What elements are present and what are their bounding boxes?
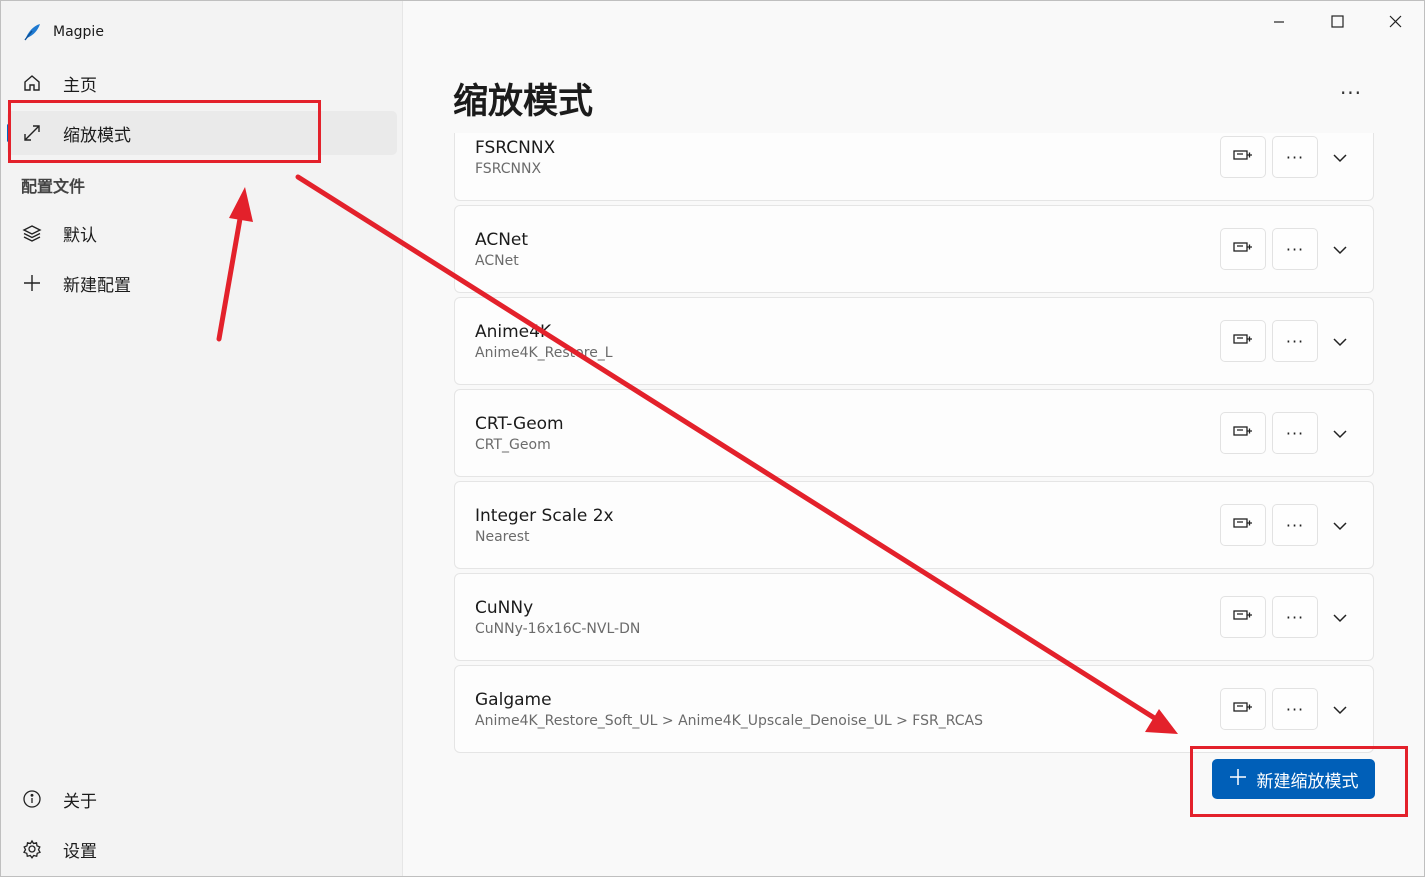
chevron-down-icon	[1333, 608, 1347, 627]
expand-button[interactable]	[1327, 420, 1353, 446]
close-button[interactable]	[1366, 1, 1424, 43]
mode-more-button[interactable]: ···	[1272, 228, 1318, 270]
nav-item-new-profile-label: 新建配置	[63, 275, 131, 296]
chevron-down-icon	[1333, 332, 1347, 351]
mode-name: CRT-Geom	[475, 414, 564, 434]
mode-name: Galgame	[475, 690, 552, 710]
mode-effects: CRT_Geom	[475, 437, 551, 453]
mode-effects: Nearest	[475, 529, 530, 545]
window-controls	[1250, 1, 1424, 43]
expand-button[interactable]	[1327, 236, 1353, 262]
minimize-icon	[1273, 13, 1285, 32]
annotation-highlight-box	[1190, 746, 1408, 817]
app-title: Magpie	[21, 21, 104, 43]
chevron-down-icon	[1333, 516, 1347, 535]
nav-item-new-profile[interactable]: 新建配置	[7, 261, 397, 305]
scaling-mode-card: FSRCNNX FSRCNNX ···	[454, 133, 1374, 201]
scaling-mode-card: Anime4K Anime4K_Restore_L ···	[454, 297, 1374, 385]
mode-more-button[interactable]: ···	[1272, 504, 1318, 546]
mode-effects: CuNNy-16x16C-NVL-DN	[475, 621, 641, 637]
nav-item-about[interactable]: 关于	[7, 777, 397, 821]
mode-name: Anime4K	[475, 322, 552, 342]
profiles-section-heading: 配置文件	[21, 177, 86, 196]
chevron-down-icon	[1333, 424, 1347, 443]
scaling-mode-card: CuNNy CuNNy-16x16C-NVL-DN ···	[454, 573, 1374, 661]
test-mode-button[interactable]	[1220, 136, 1266, 178]
page-title: 缩放模式	[453, 82, 594, 122]
test-icon	[1232, 423, 1254, 443]
app-title-text: Magpie	[53, 24, 104, 40]
mode-name: FSRCNNX	[475, 138, 556, 158]
minimize-button[interactable]	[1250, 1, 1308, 43]
magpie-logo-icon	[21, 21, 43, 43]
nav-item-default-profile[interactable]: 默认	[7, 211, 397, 255]
nav-item-default-profile-label: 默认	[63, 225, 97, 246]
test-icon	[1232, 699, 1254, 719]
test-mode-button[interactable]	[1220, 320, 1266, 362]
mode-more-button[interactable]: ···	[1272, 688, 1318, 730]
mode-effects: Anime4K_Restore_L	[475, 345, 613, 361]
test-mode-button[interactable]	[1220, 412, 1266, 454]
chevron-down-icon	[1333, 148, 1347, 167]
expand-button[interactable]	[1327, 696, 1353, 722]
gear-icon	[21, 838, 43, 860]
test-mode-button[interactable]	[1220, 688, 1266, 730]
mode-effects: ACNet	[475, 253, 519, 269]
plus-icon	[21, 272, 43, 294]
mode-effects: FSRCNNX	[475, 161, 542, 177]
scaling-mode-card: Integer Scale 2x Nearest ···	[454, 481, 1374, 569]
test-icon	[1232, 607, 1254, 627]
test-icon	[1232, 239, 1254, 259]
home-icon	[21, 72, 43, 94]
nav-item-settings-label: 设置	[63, 841, 97, 862]
annotation-highlight-box	[8, 100, 321, 163]
layers-icon	[21, 222, 43, 244]
info-icon	[21, 788, 43, 810]
test-icon	[1232, 147, 1254, 167]
test-mode-button[interactable]	[1220, 596, 1266, 638]
scaling-mode-card: CRT-Geom CRT_Geom ···	[454, 389, 1374, 477]
mode-name: Integer Scale 2x	[475, 506, 614, 526]
maximize-icon	[1330, 13, 1344, 32]
test-icon	[1232, 515, 1254, 535]
mode-name: CuNNy	[475, 598, 534, 618]
nav-item-about-label: 关于	[63, 791, 97, 812]
mode-name: ACNet	[475, 230, 529, 250]
test-mode-button[interactable]	[1220, 228, 1266, 270]
scaling-mode-list[interactable]: FSRCNNX FSRCNNX ··· ACNet ACNet ··· Anim…	[454, 133, 1374, 753]
mode-more-button[interactable]: ···	[1272, 412, 1318, 454]
scaling-mode-card: Galgame Anime4K_Restore_Soft_UL > Anime4…	[454, 665, 1374, 753]
expand-button[interactable]	[1327, 604, 1353, 630]
nav-item-settings[interactable]: 设置	[7, 827, 397, 871]
mode-more-button[interactable]: ···	[1272, 320, 1318, 362]
nav-item-home-label: 主页	[63, 75, 97, 96]
mode-effects: Anime4K_Restore_Soft_UL > Anime4K_Upscal…	[475, 713, 983, 729]
mode-more-button[interactable]: ···	[1272, 596, 1318, 638]
app-window: Magpie 主页 缩放模式 配置文件 默认 新建配置 关于 设置 缩放模式 ·…	[0, 0, 1425, 877]
expand-button[interactable]	[1327, 144, 1353, 170]
chevron-down-icon	[1333, 700, 1347, 719]
test-mode-button[interactable]	[1220, 504, 1266, 546]
chevron-down-icon	[1333, 240, 1347, 259]
scaling-mode-card: ACNet ACNet ···	[454, 205, 1374, 293]
page-more-button[interactable]: ···	[1333, 77, 1369, 109]
expand-button[interactable]	[1327, 512, 1353, 538]
mode-more-button[interactable]: ···	[1272, 136, 1318, 178]
expand-button[interactable]	[1327, 328, 1353, 354]
maximize-button[interactable]	[1308, 1, 1366, 43]
close-icon	[1389, 13, 1402, 32]
nav-item-home[interactable]: 主页	[7, 61, 397, 105]
test-icon	[1232, 331, 1254, 351]
